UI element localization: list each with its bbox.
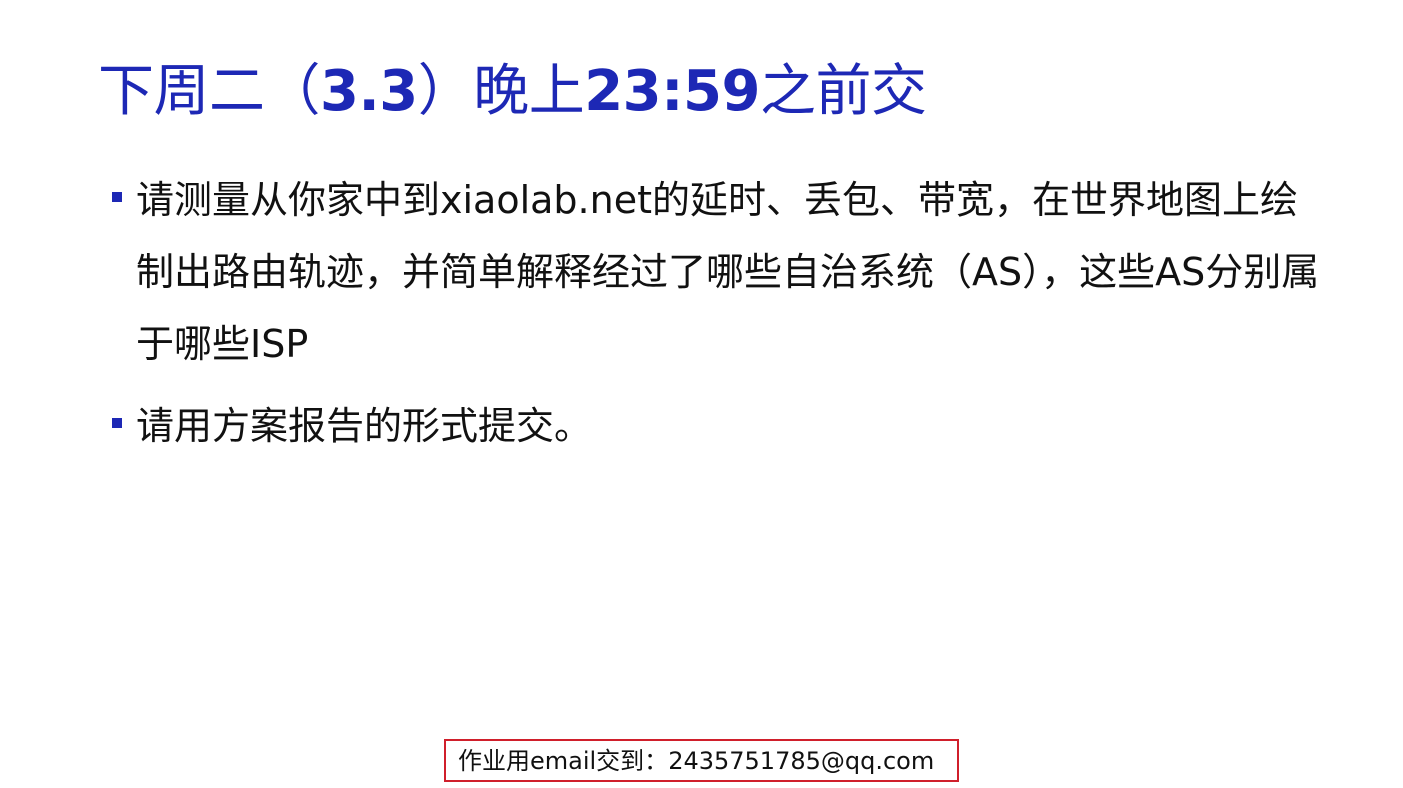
title-date: 3.3 [320,59,418,124]
bullet-text: 请测量从你家中到xiaolab.net的延时、丢包、带宽，在世界地图上绘制出路由… [136,178,1320,366]
title-text-part-2: ）晚上 [417,59,585,124]
title-text-part-1: 下周二（ [98,59,321,124]
bullet-item: 请用方案报告的形式提交。 [112,390,1332,462]
submission-label: 作业用email交到： [458,746,669,775]
bullet-text: 请用方案报告的形式提交。 [136,404,593,448]
submission-note-box: 作业用email交到：2435751785@qq.com [444,739,959,782]
title-time: 23:59 [584,59,760,124]
bullet-item: 请测量从你家中到xiaolab.net的延时、丢包、带宽，在世界地图上绘制出路由… [112,164,1332,380]
submission-note: 作业用email交到：2435751785@qq.com [458,746,934,776]
submission-email: 2435751785@qq.com [668,746,935,775]
title-text-part-3: 之前交 [759,59,927,124]
slide: 下周二（3.3）晚上23:59之前交 请测量从你家中到xiaolab.net的延… [0,0,1403,788]
square-bullet-icon [112,418,122,428]
bullet-list: 请测量从你家中到xiaolab.net的延时、丢包、带宽，在世界地图上绘制出路由… [112,164,1332,472]
page-title: 下周二（3.3）晚上23:59之前交 [98,52,1298,132]
square-bullet-icon [112,192,122,202]
